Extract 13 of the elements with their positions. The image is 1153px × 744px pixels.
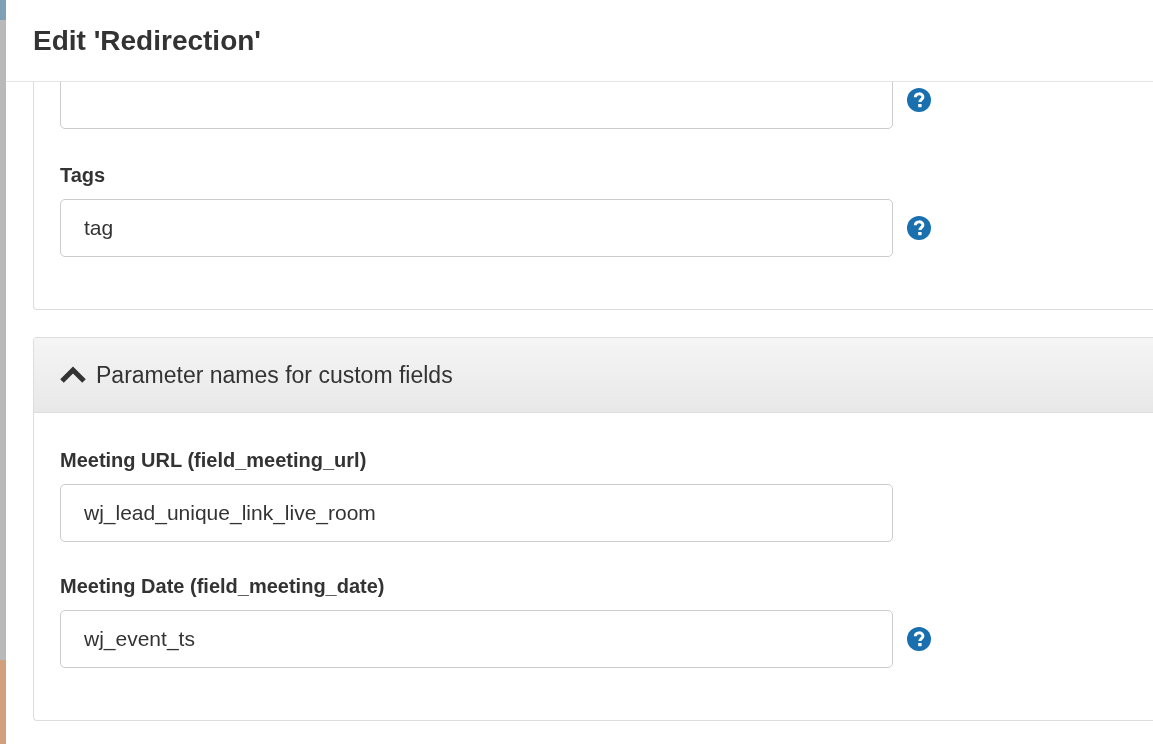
input-field[interactable]: tag: [60, 199, 893, 257]
field-label: Meeting URL (field_meeting_url): [60, 448, 368, 472]
input-field[interactable]: [60, 82, 893, 129]
field-label: Tags: [60, 163, 107, 187]
field-label: Meeting Date (field_meeting_date): [60, 574, 386, 598]
panel-heading-text: Parameter names for custom fields: [96, 361, 453, 389]
panel-heading[interactable]: Parameter names for custom fields: [34, 338, 1153, 413]
help-icon[interactable]: [907, 88, 931, 112]
input-field[interactable]: wj_lead_unique_link_live_room: [60, 484, 893, 542]
help-icon[interactable]: [907, 627, 931, 651]
help-icon[interactable]: [907, 216, 931, 240]
input-field[interactable]: wj_event_ts: [60, 610, 893, 668]
dialog-title: Edit 'Redirection': [33, 24, 261, 57]
